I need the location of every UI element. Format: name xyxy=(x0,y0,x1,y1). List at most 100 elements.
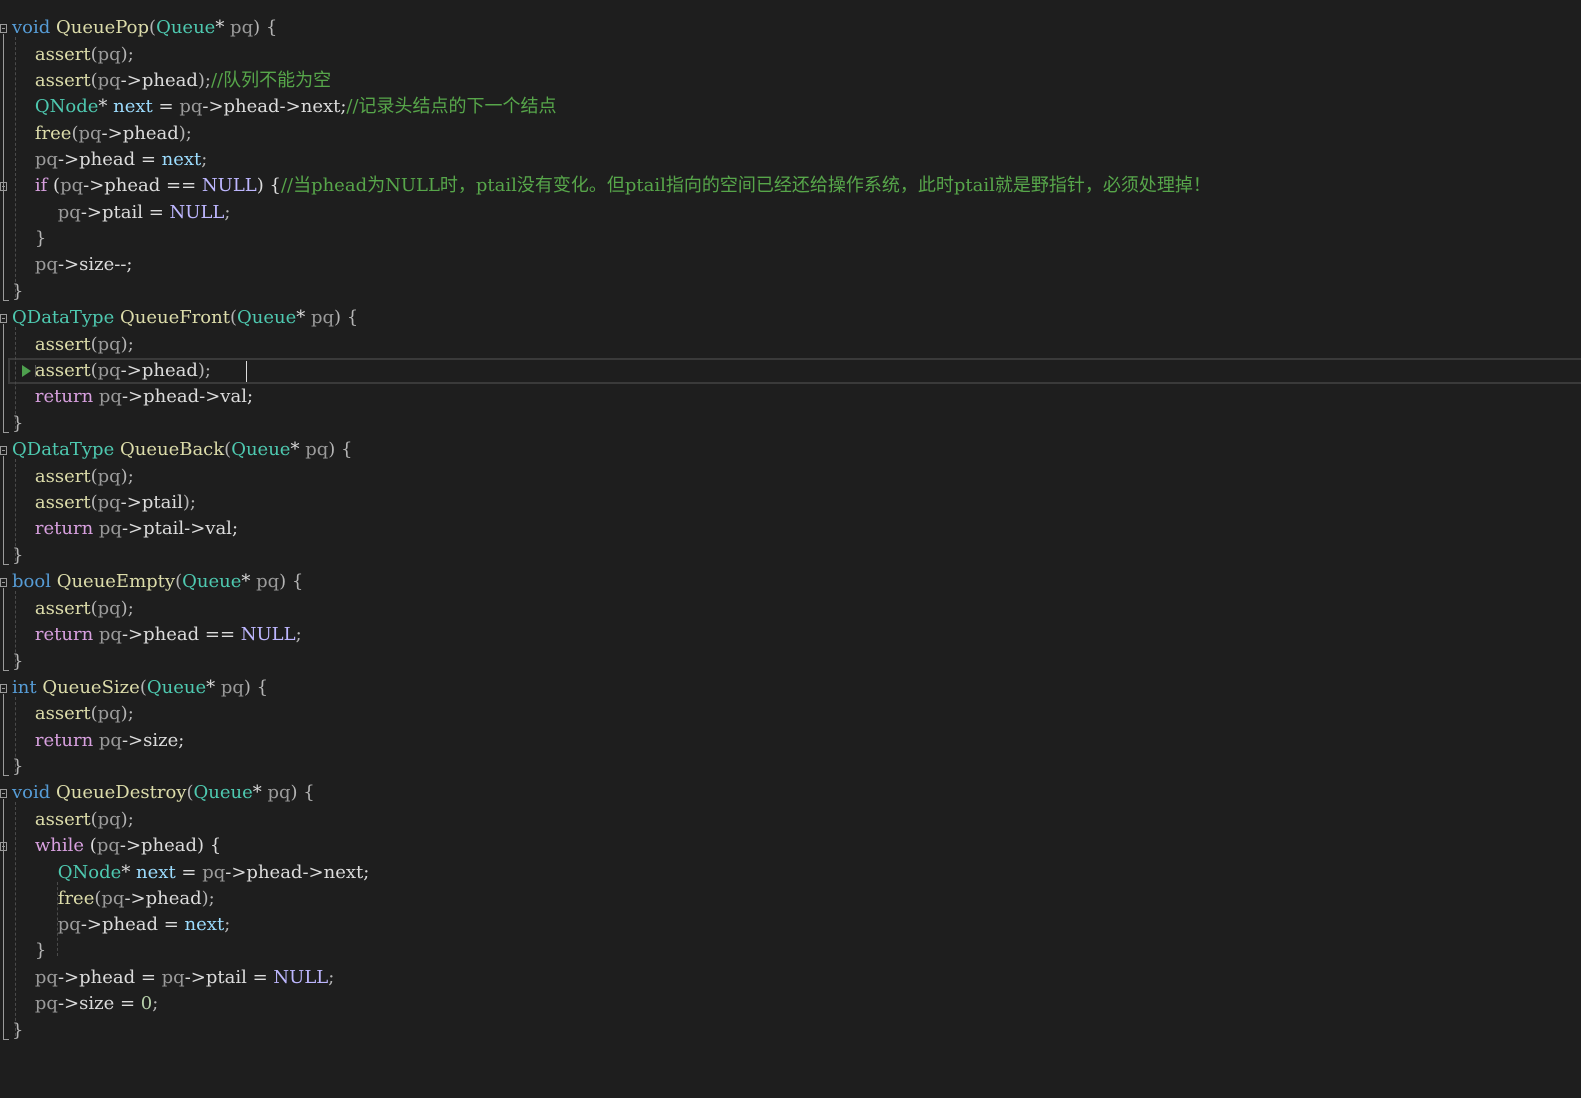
fold-collapse-icon[interactable] xyxy=(0,578,7,587)
code-token: //队列不能为空 xyxy=(210,70,332,91)
code-token: return xyxy=(34,386,94,407)
code-token: pq xyxy=(34,993,58,1014)
code-token: ; xyxy=(152,993,159,1014)
code-line[interactable]: int QueueSize(Queue* pq) { xyxy=(12,675,268,701)
code-line[interactable]: pq->size = 0; xyxy=(12,991,158,1017)
code-token: next xyxy=(136,862,176,883)
code-line[interactable]: assert(pq); xyxy=(12,42,134,68)
code-line[interactable]: } xyxy=(12,226,46,252)
code-token: ( xyxy=(90,466,98,487)
fold-collapse-icon[interactable] xyxy=(0,842,7,851)
code-line[interactable]: void QueuePop(Queue* pq) { xyxy=(12,15,277,41)
code-line[interactable]: } xyxy=(12,649,23,675)
code-line[interactable]: QNode* next = pq->phead->next;//记录头结点的下一… xyxy=(12,94,557,120)
code-line[interactable]: assert(pq); xyxy=(12,701,134,727)
fold-end xyxy=(3,564,9,565)
code-token: * xyxy=(296,307,311,328)
code-token: ) { xyxy=(328,439,353,460)
fold-collapse-icon[interactable] xyxy=(0,182,7,191)
code-line[interactable]: pq->phead = next; xyxy=(12,147,207,173)
code-line[interactable]: } xyxy=(12,754,23,780)
code-token: ); xyxy=(120,334,134,355)
code-line[interactable]: return pq->phead->val; xyxy=(12,384,253,410)
fold-end xyxy=(3,775,9,776)
code-token: pq xyxy=(78,123,102,144)
code-token: pq xyxy=(98,624,122,645)
code-token: ( xyxy=(90,492,98,513)
code-token: free xyxy=(57,888,95,909)
code-line[interactable]: QNode* next = pq->phead->next; xyxy=(12,860,370,886)
code-token: QueueBack xyxy=(119,439,225,460)
fold-collapse-icon[interactable] xyxy=(0,789,7,798)
code-line[interactable]: } xyxy=(12,938,46,964)
code-token: assert xyxy=(34,809,91,830)
fold-line xyxy=(3,588,4,670)
fold-collapse-icon[interactable] xyxy=(0,314,7,323)
code-line[interactable]: assert(pq); xyxy=(12,332,134,358)
fold-collapse-icon[interactable] xyxy=(0,446,7,455)
code-token: pq xyxy=(97,809,121,830)
code-token: NULL xyxy=(169,202,225,223)
code-editor[interactable]: void QueuePop(Queue* pq) { assert(pq); a… xyxy=(0,0,1581,1098)
code-line[interactable]: assert(pq); xyxy=(12,807,134,833)
code-line[interactable]: return pq->ptail->val; xyxy=(12,516,238,542)
code-line[interactable]: pq->size--; xyxy=(12,252,133,278)
code-token: pq xyxy=(101,888,125,909)
code-token: * xyxy=(241,571,257,592)
fold-collapse-icon[interactable] xyxy=(0,24,7,33)
code-token: pq xyxy=(97,360,121,381)
code-line[interactable]: assert(pq->ptail); xyxy=(12,490,196,516)
code-token: while xyxy=(34,835,85,856)
code-line[interactable]: } xyxy=(12,1018,23,1044)
code-token: QDataType xyxy=(12,439,115,460)
code-token: ( xyxy=(71,123,79,144)
fold-line xyxy=(3,852,4,949)
code-token: //记录头结点的下一个结点 xyxy=(346,96,557,117)
code-line[interactable]: assert(pq); xyxy=(12,596,134,622)
code-token: ( xyxy=(90,809,98,830)
fold-line xyxy=(3,192,4,237)
code-line[interactable]: QDataType QueueBack(Queue* pq) { xyxy=(12,437,352,463)
code-line[interactable]: free(pq->phead); xyxy=(12,121,192,147)
code-line[interactable]: pq->phead = next; xyxy=(12,912,230,938)
code-token: ->phead == xyxy=(121,624,241,645)
code-line[interactable]: } xyxy=(12,543,23,569)
code-line[interactable]: } xyxy=(12,279,23,305)
code-token: ); xyxy=(182,492,196,513)
code-token: } xyxy=(34,940,47,961)
fold-collapse-icon[interactable] xyxy=(0,684,7,693)
code-token: QNode xyxy=(34,96,99,117)
code-token: return xyxy=(34,624,94,645)
code-line[interactable]: void QueueDestroy(Queue* pq) { xyxy=(12,780,315,806)
code-token: ->ptail xyxy=(120,492,183,513)
code-line[interactable]: assert(pq->phead); xyxy=(12,358,211,384)
code-line[interactable]: bool QueueEmpty(Queue* pq) { xyxy=(12,569,303,595)
code-line[interactable]: QDataType QueueFront(Queue* pq) { xyxy=(12,305,358,331)
code-line[interactable]: pq->ptail = NULL; xyxy=(12,200,231,226)
code-token: return xyxy=(34,730,94,751)
code-token: pq xyxy=(97,466,121,487)
code-line[interactable]: assert(pq->phead);//队列不能为空 xyxy=(12,68,331,94)
code-line[interactable]: return pq->phead == NULL; xyxy=(12,622,302,648)
code-token: Queue xyxy=(237,307,297,328)
current-line-highlight xyxy=(8,358,1581,384)
code-line[interactable]: return pq->size; xyxy=(12,728,184,754)
code-token: ) { xyxy=(290,782,315,803)
code-token: Queue xyxy=(146,677,207,698)
code-line[interactable]: while (pq->phead) { xyxy=(12,833,221,859)
code-line[interactable]: free(pq->phead); xyxy=(12,886,215,912)
code-line[interactable]: pq->phead = pq->ptail = NULL; xyxy=(12,965,334,991)
code-token: ); xyxy=(197,70,211,91)
code-line[interactable]: if (pq->phead == NULL) {//当phead为NULL时，p… xyxy=(12,173,1211,199)
code-token: * xyxy=(290,439,306,460)
code-token: bool xyxy=(12,571,51,592)
code-token: pq xyxy=(57,202,81,223)
code-token: pq xyxy=(57,914,81,935)
code-line[interactable]: assert(pq); xyxy=(12,464,134,490)
code-line[interactable]: } xyxy=(12,411,23,437)
